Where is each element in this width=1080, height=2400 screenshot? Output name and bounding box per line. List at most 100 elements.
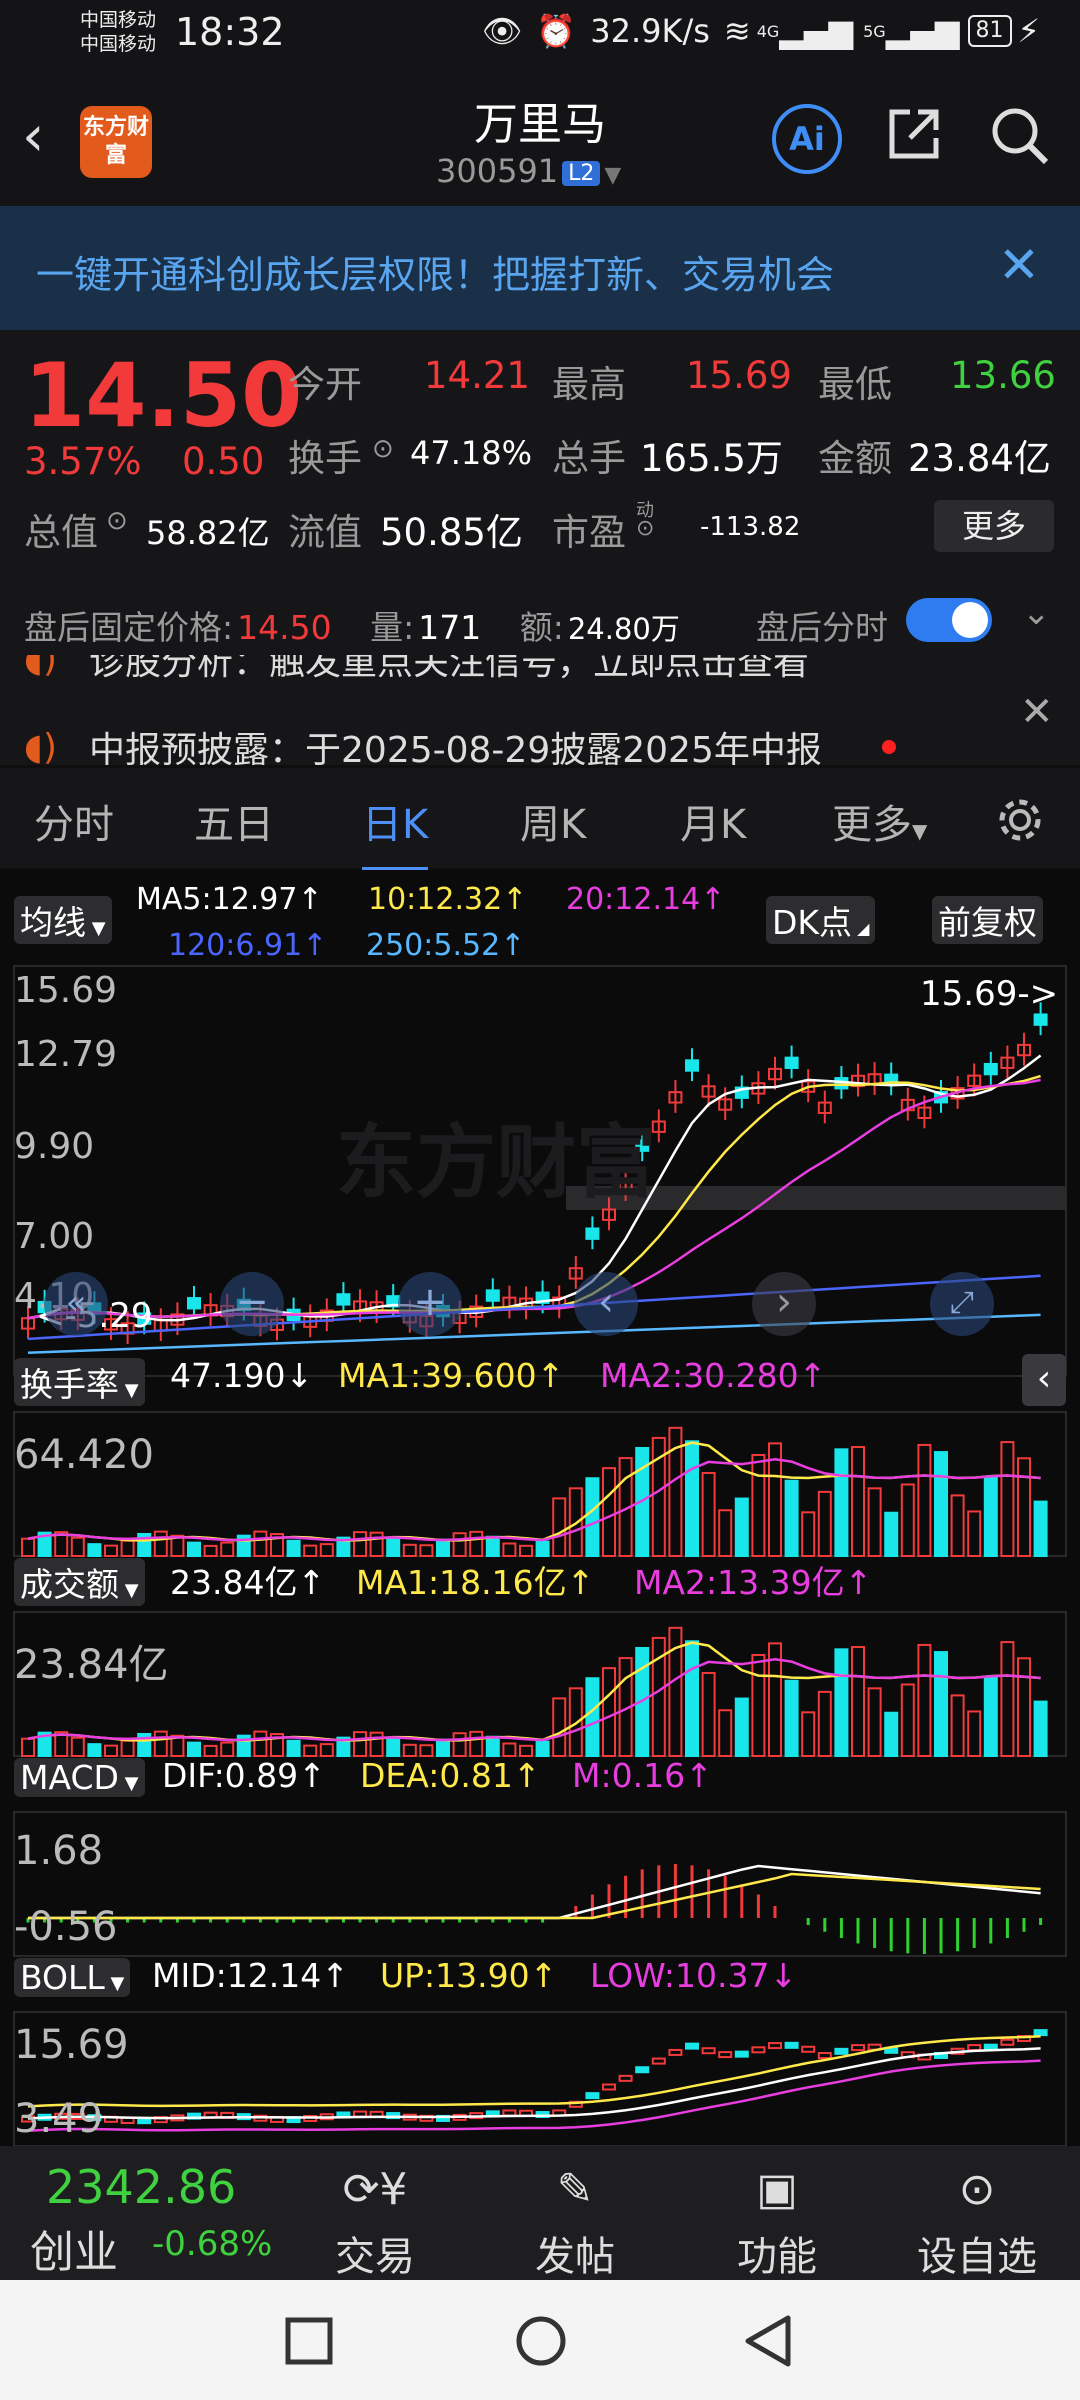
promo-banner[interactable]: 一键开通科创成长层权限！把握打新、交易机会 ✕ xyxy=(0,206,1080,330)
index-name[interactable]: 创业 xyxy=(30,2216,118,2280)
boll-selector[interactable]: BOLL ▼ xyxy=(14,1958,131,1997)
amount-bar xyxy=(1017,1657,1031,1757)
boll-candle xyxy=(834,2047,849,2055)
tab-daily-k[interactable]: 日K xyxy=(362,792,429,872)
zoom-out-icon[interactable]: − xyxy=(220,1272,284,1336)
boll-candle xyxy=(817,2052,832,2060)
candle xyxy=(187,1297,201,1310)
candle xyxy=(1033,1013,1048,1026)
ma120-line xyxy=(27,1274,1041,1341)
signal-2-label: 5G xyxy=(863,21,886,41)
signal-2-icon: ▂▄▆ xyxy=(885,12,960,50)
boll-candle xyxy=(801,2045,816,2053)
boll-mid: MID:12.14↑ xyxy=(152,1956,349,1995)
trade-button[interactable]: ⟳¥ 交易 xyxy=(310,2164,440,2282)
amount-bar xyxy=(784,1679,799,1757)
index-value[interactable]: 2342.86 xyxy=(46,2160,236,2214)
amount-bar xyxy=(834,1648,849,1757)
kline-chart-area[interactable]: 均线 ▼ MA5:12.97↑ 10:12.32↑ 20:12.14↑ 120:… xyxy=(0,870,1080,2146)
turnover-bar xyxy=(934,1451,948,1557)
scroll-left-fast-icon[interactable]: « xyxy=(44,1272,108,1336)
post-button[interactable]: ✎ 发帖 xyxy=(510,2164,640,2282)
mcap-value: 58.82亿 xyxy=(146,514,270,552)
back-nav-icon[interactable] xyxy=(742,2314,796,2368)
search-icon[interactable] xyxy=(988,104,1052,168)
corner-triangle-icon: ◢ xyxy=(852,919,870,938)
tab-intraday[interactable]: 分时 xyxy=(34,792,114,850)
turnover-bar xyxy=(801,1511,816,1558)
tab-five-day[interactable]: 五日 xyxy=(194,792,274,850)
turnover-bar xyxy=(701,1471,716,1557)
macd-selector[interactable]: MACD ▼ xyxy=(14,1758,145,1797)
tab-more[interactable]: 更多▼ xyxy=(832,792,927,850)
close-icon[interactable]: ✕ xyxy=(998,236,1040,294)
stock-code-row[interactable]: 300591 L2 ▼ xyxy=(436,152,621,190)
recent-apps-icon[interactable] xyxy=(284,2316,334,2366)
dk-point-button[interactable]: DK点 ◢ xyxy=(766,896,876,944)
notice-item-diagnosis[interactable]: ◖) 诊股分析：触发重点关注信号，立即点击查看 xyxy=(24,655,809,685)
macd-dif: DIF:0.89↑ xyxy=(162,1756,326,1795)
ma120-value: 120:6.91↑ xyxy=(168,928,328,963)
period-tabs: 分时 五日 日K 周K 月K 更多▼ xyxy=(0,768,1080,872)
home-icon[interactable] xyxy=(514,2314,568,2368)
grid-icon: ▣ xyxy=(756,2164,798,2215)
macd-selector-label: MACD xyxy=(20,1758,119,1797)
amount-bar xyxy=(585,1677,600,1757)
ma-selector[interactable]: 均线 ▼ xyxy=(14,896,112,944)
functions-button[interactable]: ▣ 功能 xyxy=(712,2164,842,2282)
mcap-label: 总值 xyxy=(24,511,98,554)
amount-bar xyxy=(535,1740,550,1758)
float-value: 50.85亿 xyxy=(380,511,523,554)
turnover-bar xyxy=(685,1440,699,1558)
kline-canvas[interactable] xyxy=(0,870,1080,2146)
after-hours-toggle[interactable] xyxy=(906,598,992,642)
pe-value: -113.82 xyxy=(700,512,801,542)
amount-bar xyxy=(402,1743,417,1758)
collapse-panel-icon[interactable]: ‹ xyxy=(1022,1354,1066,1406)
price-axis-label: 9.90 xyxy=(14,1126,95,1167)
close-icon[interactable]: ✕ xyxy=(1020,689,1054,735)
candle xyxy=(485,1289,500,1302)
after-price: 14.50 xyxy=(237,608,332,647)
info-icon[interactable]: ⊙ xyxy=(372,434,394,464)
info-icon[interactable]: ⊙ xyxy=(106,506,128,536)
boll-candle xyxy=(734,2050,749,2058)
change-value: 0.50 xyxy=(182,440,265,483)
boll-mid-line xyxy=(27,2047,1041,2120)
macd-dea: DEA:0.81↑ xyxy=(360,1756,541,1795)
turnover-label: 换手 xyxy=(288,437,362,480)
tab-weekly-k[interactable]: 周K xyxy=(520,792,586,850)
amount-selector[interactable]: 成交额 ▼ xyxy=(14,1558,145,1606)
amount-bar xyxy=(502,1742,517,1758)
watchlist-button[interactable]: ⊙ 设自选 xyxy=(912,2164,1042,2282)
turnover-bar xyxy=(21,1537,35,1557)
zoom-in-icon[interactable]: + xyxy=(398,1272,462,1336)
turnover-bar xyxy=(602,1467,616,1557)
scroll-right-icon[interactable]: › xyxy=(752,1272,816,1336)
amount-bar xyxy=(867,1687,882,1758)
gear-icon[interactable] xyxy=(992,792,1048,848)
scroll-left-icon[interactable]: ‹ xyxy=(574,1272,638,1336)
eye-icon: 👁 xyxy=(481,12,523,50)
amount-bar xyxy=(801,1711,816,1758)
amount-bar xyxy=(485,1735,500,1757)
turnover-bar xyxy=(817,1490,832,1558)
turnover-selector[interactable]: 换手率 ▼ xyxy=(14,1358,145,1406)
amount-selector-label: 成交额 xyxy=(20,1565,119,1604)
notice-item-report[interactable]: ◖) 中报预披露：于2025-08-29披露2025年中报 xyxy=(24,721,896,765)
more-button[interactable]: 更多 xyxy=(934,500,1054,552)
amount-bar xyxy=(220,1741,235,1757)
ma5-value: MA5:12.97↑ xyxy=(136,882,323,917)
fullscreen-icon[interactable]: ⤢ xyxy=(930,1272,994,1336)
share-icon[interactable] xyxy=(884,104,944,164)
amount-bar xyxy=(983,1675,998,1757)
amount-bar xyxy=(967,1710,982,1758)
info-icon[interactable]: ⊙ xyxy=(636,516,654,541)
adjust-button[interactable]: 前复权 xyxy=(932,896,1043,944)
amount-bar xyxy=(950,1694,965,1758)
chevron-down-icon[interactable]: ⌄ xyxy=(1022,593,1051,633)
turnover-bar xyxy=(784,1479,799,1557)
index-change: -0.68% xyxy=(152,2224,273,2264)
tab-monthly-k[interactable]: 月K xyxy=(680,792,746,850)
ai-button[interactable]: Ai xyxy=(772,104,842,174)
